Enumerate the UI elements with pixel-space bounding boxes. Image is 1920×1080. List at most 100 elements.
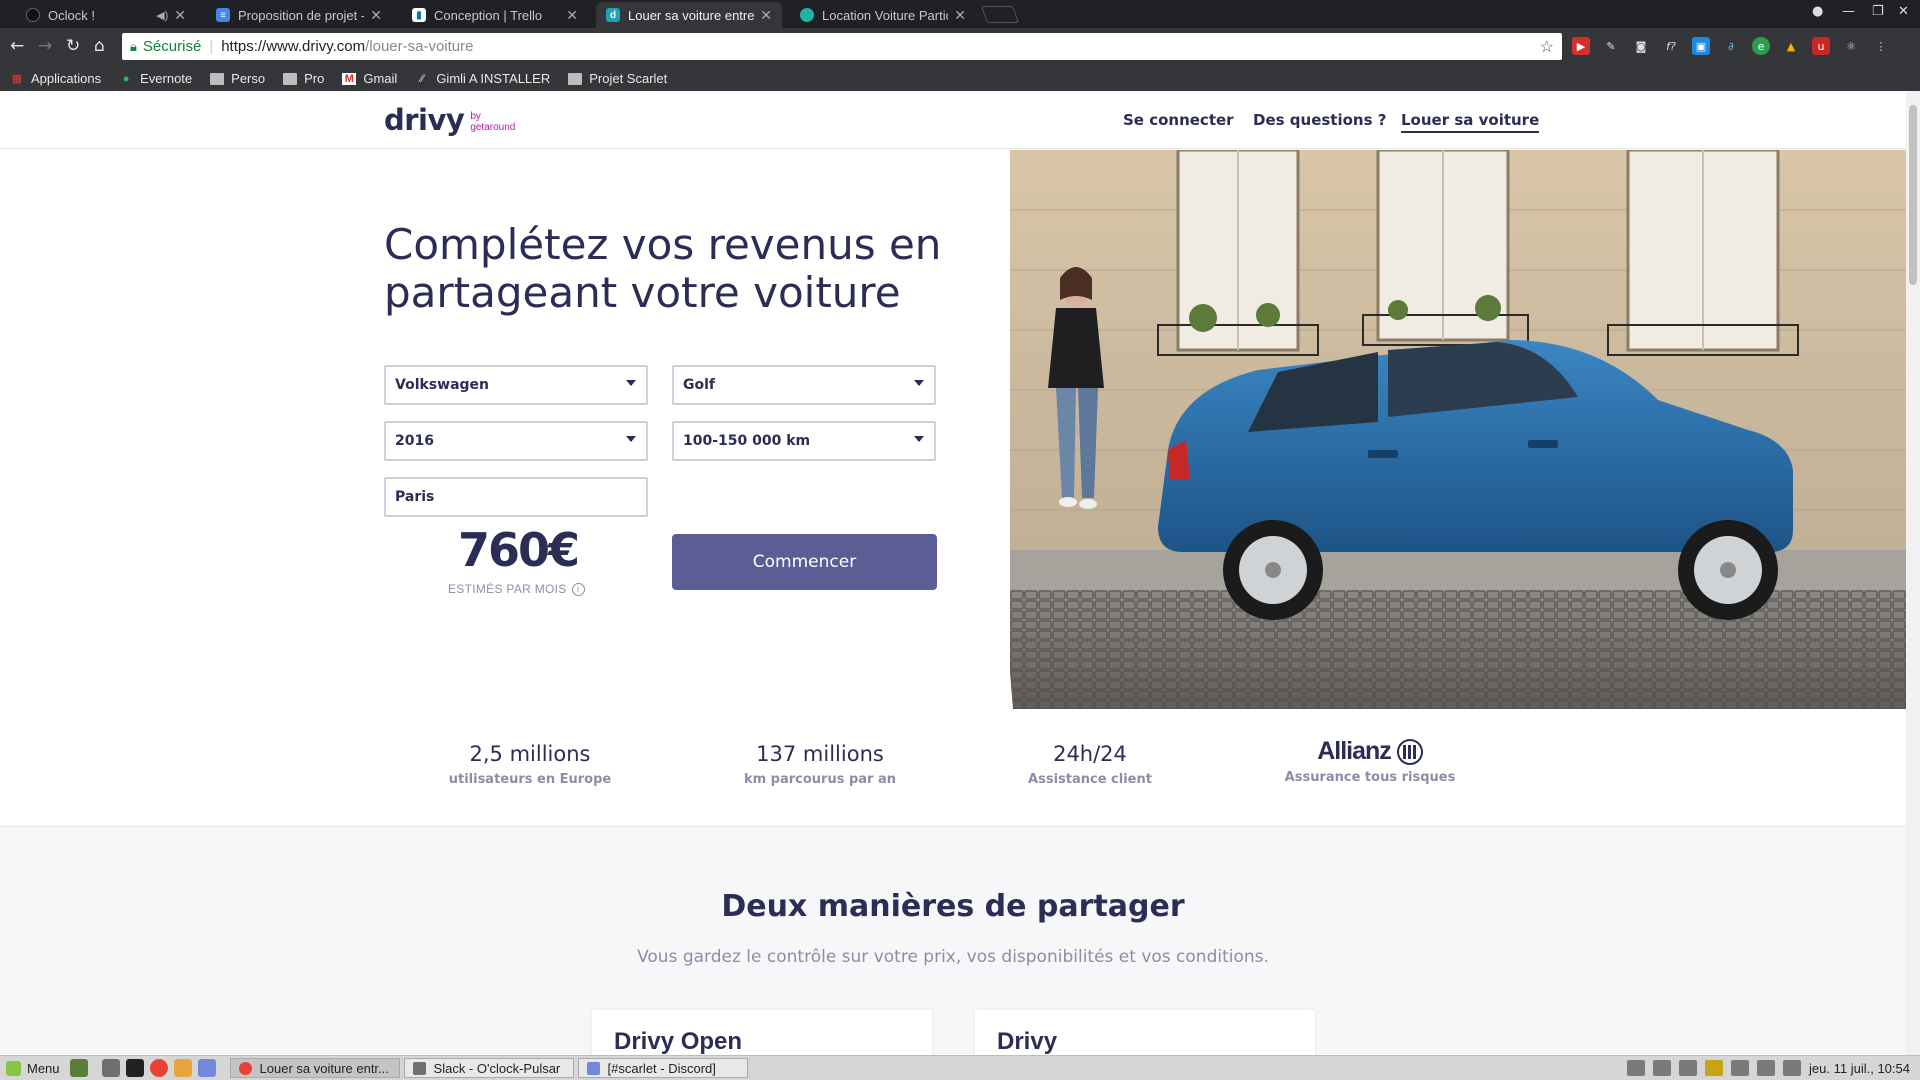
bookmark-gmail[interactable]: M Gmail — [342, 71, 397, 86]
task-chrome[interactable]: Louer sa voiture entr... — [229, 1058, 400, 1078]
battery-tray-icon[interactable] — [1705, 1060, 1724, 1076]
page-scrollbar[interactable] — [1906, 91, 1920, 1055]
close-tab-icon[interactable]: ✕ — [174, 7, 186, 24]
profile-icon[interactable]: ● — [1812, 4, 1823, 19]
forward-arrow-icon[interactable]: → — [38, 36, 52, 56]
bookmark-perso[interactable]: Perso — [210, 71, 265, 86]
google-docs-icon: ≡ — [216, 8, 230, 22]
bookmark-pro[interactable]: Pro — [283, 71, 324, 86]
tools-tray-icon[interactable] — [1679, 1060, 1698, 1076]
start-menu-button[interactable]: Menu — [0, 1060, 60, 1076]
chevron-down-icon — [626, 380, 636, 386]
city-input[interactable]: Paris — [384, 477, 648, 517]
drive-extension-icon[interactable]: ▲ — [1782, 37, 1800, 55]
font-extension-icon[interactable]: f? — [1662, 37, 1680, 55]
close-tab-icon[interactable]: ✕ — [954, 7, 966, 24]
slack-icon[interactable] — [173, 1059, 192, 1077]
mileage-select[interactable]: 100-150 000 km — [672, 421, 936, 461]
speaker-icon[interactable]: ◀) — [156, 9, 168, 22]
bookmarks-bar: ▦ Applications ● Evernote Perso Pro M Gm… — [0, 66, 1920, 91]
terminal-icon[interactable] — [125, 1059, 144, 1077]
chevron-down-icon — [914, 436, 924, 442]
camera-extension-icon[interactable]: ◙ — [1632, 37, 1650, 55]
pen-tray-icon[interactable] — [1731, 1060, 1750, 1076]
chrome-menu-icon[interactable]: ⋮ — [1872, 37, 1890, 55]
evernote-extension-icon[interactable]: e — [1752, 37, 1770, 55]
close-window-icon[interactable]: ✕ — [1898, 4, 1909, 19]
tab-title: Conception | Trello — [434, 7, 543, 23]
nav-rent-car[interactable]: Louer sa voiture — [1401, 111, 1540, 133]
tab-title: Louer sa voiture entre p — [628, 7, 755, 23]
tab-oclock[interactable]: Oclock ! ◀) ✕ — [16, 2, 196, 28]
stat-assistance: 24h/24 Assistance client — [1005, 742, 1175, 787]
year-value: 2016 — [395, 433, 434, 449]
close-tab-icon[interactable]: ✕ — [566, 7, 578, 24]
bookmark-evernote[interactable]: ● Evernote — [119, 71, 192, 86]
card-drivy[interactable]: Drivy — [975, 1010, 1315, 1055]
bookmark-label: Projet Scarlet — [589, 71, 668, 86]
stat-label: utilisateurs en Europe — [448, 772, 612, 787]
logo-by: by — [470, 111, 481, 122]
nav-login[interactable]: Se connecter — [1123, 111, 1234, 129]
evernote-icon: ● — [122, 72, 130, 85]
tab-trello[interactable]: ▮ Conception | Trello ✕ — [402, 2, 588, 28]
trello-extension-icon[interactable]: ▣ — [1692, 37, 1710, 55]
task-discord[interactable]: [#scarlet - Discord] — [577, 1058, 748, 1078]
volume-icon[interactable] — [1757, 1060, 1776, 1076]
show-desktop-icon[interactable] — [69, 1059, 88, 1077]
new-tab-button[interactable] — [980, 6, 1020, 23]
react-extension-icon[interactable]: ⚛ — [1842, 37, 1860, 55]
pen-extension-icon[interactable]: ✎ — [1602, 37, 1620, 55]
bookmark-applications[interactable]: ▦ Applications — [10, 71, 101, 86]
minimize-icon[interactable]: — — [1842, 4, 1855, 19]
mint-logo-icon — [6, 1060, 21, 1076]
ublock-extension-icon[interactable]: u — [1812, 37, 1830, 55]
tab-location[interactable]: Location Voiture Partic ✕ — [790, 2, 976, 28]
url-path: /louer-sa-voiture — [365, 38, 474, 55]
tab-proposition[interactable]: ≡ Proposition de projet - G ✕ — [206, 2, 392, 28]
brand-select[interactable]: Volkswagen — [384, 365, 648, 405]
address-bar[interactable]: 🔒︎ Sécurisé | https://www.drivy.com /lou… — [122, 33, 1562, 60]
files-icon[interactable] — [101, 1059, 120, 1077]
scrollbar-thumb[interactable] — [1909, 105, 1917, 285]
task-title: [#scarlet - Discord] — [607, 1060, 716, 1076]
chrome-icon[interactable] — [149, 1059, 168, 1077]
drivy-logo[interactable]: drivy by getaround — [384, 103, 515, 137]
discord-icon[interactable] — [197, 1059, 216, 1077]
card-drivy-open[interactable]: Drivy Open — [592, 1010, 932, 1055]
discord-tray-icon[interactable] — [1627, 1060, 1646, 1076]
nav-questions[interactable]: Des questions ? — [1253, 111, 1386, 129]
separator: | — [209, 38, 214, 55]
folder-icon — [210, 72, 225, 85]
close-tab-icon[interactable]: ✕ — [760, 7, 772, 24]
clock[interactable]: jeu. 11 juil., 10:54 — [1809, 1061, 1910, 1076]
window-icon — [412, 1061, 426, 1075]
bookmark-projet-scarlet[interactable]: Projet Scarlet — [568, 71, 667, 86]
youtube-extension-icon[interactable]: ▶ — [1572, 37, 1590, 55]
oclock-favicon-icon — [26, 8, 40, 22]
year-select[interactable]: 2016 — [384, 421, 648, 461]
network-icon[interactable] — [1783, 1060, 1802, 1076]
extension-icons: ▶ ✎ ◙ f? ▣ ∂ e ▲ u ⚛ ⋮ — [1572, 37, 1890, 55]
settings-tray-icon[interactable] — [1653, 1060, 1672, 1076]
chrome-icon — [238, 1061, 252, 1075]
back-arrow-icon[interactable]: ← — [10, 36, 24, 56]
home-icon[interactable]: ⌂ — [94, 36, 105, 56]
info-icon[interactable]: i — [571, 582, 585, 596]
brand-value: Volkswagen — [395, 377, 489, 393]
stat-label: Assistance client — [1028, 772, 1152, 787]
model-select[interactable]: Golf — [672, 365, 936, 405]
close-tab-icon[interactable]: ✕ — [370, 7, 382, 24]
stat-value: 2,5 millions — [469, 742, 591, 766]
tab-title: Location Voiture Partic — [822, 7, 949, 23]
mileage-value: 100-150 000 km — [683, 433, 811, 449]
reload-icon[interactable]: ↻ — [66, 36, 80, 56]
browser-toolbar: ← → ↻ ⌂ 🔒︎ Sécurisé | https://www.drivy.… — [0, 28, 1920, 66]
tab-drivy[interactable]: d Louer sa voiture entre p ✕ — [596, 2, 782, 28]
bookmark-star-icon[interactable]: ☆ — [1540, 37, 1554, 57]
bookmark-gimli[interactable]: ⁄⁄ Gimli A INSTALLER — [415, 71, 550, 86]
task-slack[interactable]: Slack - O'clock-Pulsar — [403, 1058, 574, 1078]
link-extension-icon[interactable]: ∂ — [1722, 37, 1740, 55]
start-button[interactable]: Commencer — [672, 534, 937, 590]
restore-icon[interactable]: ❐ — [1872, 4, 1884, 19]
